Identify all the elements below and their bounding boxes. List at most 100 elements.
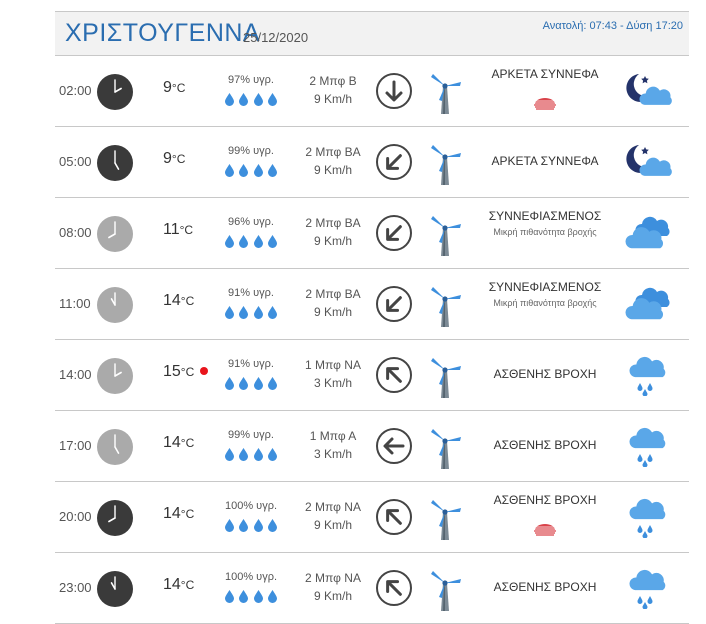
wind-speed: 9 Km/h [313, 305, 352, 319]
drop-icon [267, 234, 278, 248]
clock-icon [97, 429, 133, 465]
row-time: 14:00 [59, 367, 92, 382]
temperature: 9°C [163, 79, 185, 97]
drop-icon [253, 447, 264, 461]
wind-turbine-icon [427, 496, 463, 542]
temperature-unit: °C [171, 81, 186, 95]
temperature-value: 14 [163, 434, 181, 451]
wind-direction-arrow-icon [375, 569, 413, 607]
clouds-icon [623, 281, 673, 325]
drop-icon [253, 376, 264, 390]
forecast-row: 08:00 11°C 96% υγρ. 2 Μπφ ΒΑ 9 Km/h ΣΥΝΝΕΦΙ… [55, 198, 689, 269]
wind-turbine-icon [427, 141, 463, 187]
haze-icon [532, 96, 558, 110]
humidity-drops [224, 92, 278, 106]
drop-icon [224, 163, 235, 177]
temperature-value: 14 [163, 505, 181, 522]
clock-icon [97, 216, 133, 252]
drop-icon [224, 589, 235, 603]
drop-icon [267, 376, 278, 390]
moon-cloud-icon [623, 139, 673, 183]
temperature-value: 15 [163, 363, 181, 380]
temperature-value: 14 [163, 292, 181, 309]
clock-icon [97, 287, 133, 323]
temperature-value: 14 [163, 576, 181, 593]
drop-icon [253, 163, 264, 177]
condition-subtitle: Μικρή πιθανότητα βροχής [493, 298, 597, 308]
forecast-row: 23:00 14°C 100% υγρ. 2 Μπφ ΝΑ 9 Km/h ΑΣΘΕΝΗ… [55, 553, 689, 624]
drop-icon [267, 92, 278, 106]
condition-label: ΑΣΘΕΝΗΣ ΒΡΟΧΗ [493, 493, 597, 507]
wind-turbine-icon [427, 425, 463, 471]
forecast-row: 14:00 15°C 91% υγρ. 1 Μπφ ΝΑ 3 Km/h ΑΣΘΕΝΗΣ… [55, 340, 689, 411]
haze-icon [532, 522, 558, 536]
clouds-icon [623, 210, 673, 254]
rain-cloud-icon [623, 352, 673, 397]
condition-label: ΑΡΚΕΤΑ ΣΥΝΝΕΦΑ [491, 67, 599, 81]
forecast-table: ΧΡΙΣΤΟΥΓΕΝΝΑ 25/12/2020 Ανατολή: 07:43 -… [55, 11, 689, 624]
wind-beaufort: 2 Μπφ ΝΑ [305, 571, 361, 585]
row-time: 23:00 [59, 580, 92, 595]
wind-direction-arrow-icon [375, 214, 413, 252]
drop-icon [224, 376, 235, 390]
row-time: 08:00 [59, 225, 92, 240]
drop-icon [238, 163, 249, 177]
wind-beaufort: 2 Μπφ ΒΑ [305, 145, 361, 159]
wind-turbine-icon [427, 212, 463, 258]
row-time: 05:00 [59, 154, 92, 169]
drop-icon [253, 234, 264, 248]
drop-icon [238, 305, 249, 319]
humidity: 91% υγρ. [228, 358, 274, 370]
wind-speed: 9 Km/h [313, 92, 352, 106]
drop-icon [253, 92, 264, 106]
condition-label: ΑΣΘΕΝΗΣ ΒΡΟΧΗ [493, 580, 597, 594]
humidity-drops [224, 589, 278, 603]
temperature-unit: °C [179, 223, 194, 237]
humidity: 96% υγρ. [228, 216, 274, 228]
row-time: 11:00 [59, 296, 91, 311]
temperature: 14°C [163, 576, 194, 594]
wind-direction-arrow-icon [375, 285, 413, 323]
rain-cloud-icon [623, 423, 673, 468]
temperature-unit: °C [180, 507, 195, 521]
wind-turbine-icon [427, 283, 463, 329]
temperature-value: 9 [163, 150, 172, 167]
drop-icon [267, 518, 278, 532]
condition-label: ΑΡΚΕΤΑ ΣΥΝΝΕΦΑ [491, 154, 599, 168]
drop-icon [238, 518, 249, 532]
temperature-unit: °C [180, 436, 195, 450]
wind-beaufort: 2 Μπφ ΒΑ [305, 216, 361, 230]
temperature: 14°C [163, 434, 194, 452]
temperature-value: 11 [163, 221, 180, 238]
forecast-row: 05:00 9°C 99% υγρ. 2 Μπφ ΒΑ 9 Km/h ΑΡΚΕΤΑ Σ… [55, 127, 689, 198]
humidity: 91% υγρ. [228, 287, 274, 299]
drop-icon [267, 447, 278, 461]
clock-icon [97, 145, 133, 181]
humidity-drops [224, 376, 278, 390]
humidity: 100% υγρ. [224, 500, 278, 512]
wind-direction-arrow-icon [375, 498, 413, 536]
moon-cloud-icon [623, 68, 673, 112]
condition-label: ΣΥΝΝΕΦΙΑΣΜΕΝΟΣ [488, 280, 602, 294]
wind-turbine-icon [427, 567, 463, 613]
drop-icon [267, 589, 278, 603]
humidity: 99% υγρ. [228, 429, 274, 441]
forecast-rows: 02:00 9°C 97% υγρ. 2 Μπφ Β9 Km/h ΑΡΚΕΤΑ ΣΥ… [55, 56, 689, 624]
clock-icon [97, 571, 133, 607]
wind-turbine-icon [427, 354, 463, 400]
rain-cloud-icon [623, 494, 673, 539]
row-time: 02:00 [59, 83, 92, 98]
humidity-drops [224, 234, 278, 248]
drop-icon [238, 234, 249, 248]
condition-subtitle: Μικρή πιθανότητα βροχής [493, 227, 597, 237]
row-time: 17:00 [59, 438, 92, 453]
wind-beaufort: 2 Μπφ ΝΑ [305, 500, 361, 514]
wind-direction-arrow-icon [375, 356, 413, 394]
wind-direction-arrow-icon [375, 427, 413, 465]
condition-label: ΑΣΘΕΝΗΣ ΒΡΟΧΗ [493, 438, 597, 452]
humidity-drops [224, 163, 278, 177]
humidity-drops [224, 305, 278, 319]
condition-label: ΣΥΝΝΕΦΙΑΣΜΕΝΟΣ [488, 209, 602, 223]
drop-icon [238, 376, 249, 390]
humidity: 97% υγρ. [228, 74, 274, 86]
